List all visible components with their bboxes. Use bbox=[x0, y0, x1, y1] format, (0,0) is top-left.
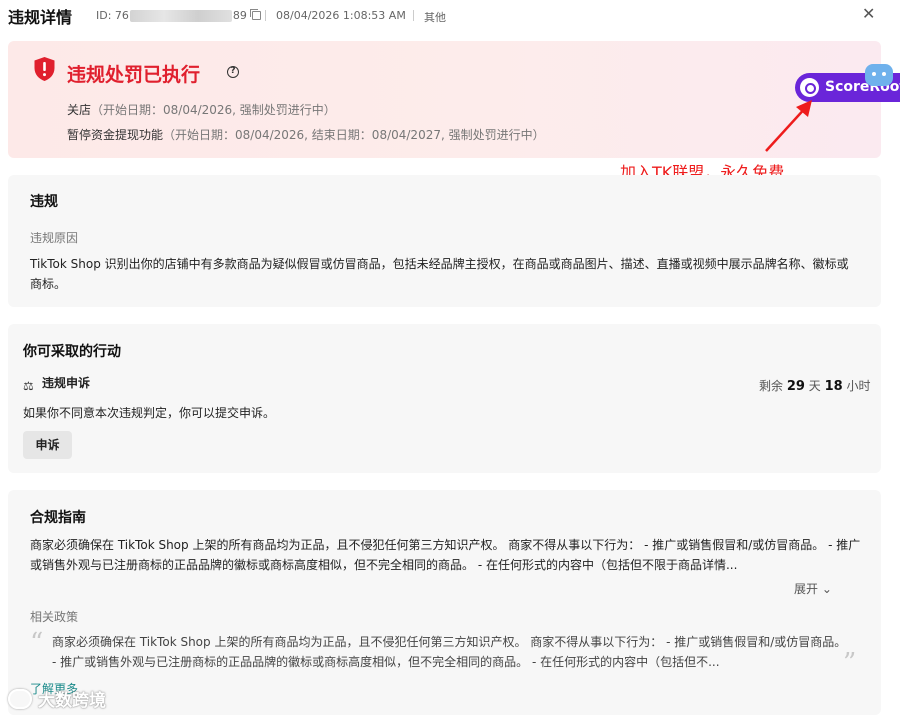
watermark-logo-icon bbox=[8, 688, 32, 709]
actions-card bbox=[8, 324, 881, 473]
hours-unit: 小时 bbox=[846, 379, 871, 393]
violation-id-prefix: ID: 76 bbox=[96, 9, 129, 22]
guide-title: 合规指南 bbox=[30, 510, 86, 526]
expand-label: 展开 bbox=[794, 582, 819, 596]
page-title: 违规详情 bbox=[8, 8, 73, 27]
remaining-hours: 18 bbox=[824, 379, 843, 394]
open-quote-icon: “ bbox=[30, 628, 44, 658]
penalty-detail: （开始日期：08/04/2026, 强制处罚进行中） bbox=[91, 103, 336, 117]
actions-title: 你可采取的行动 bbox=[23, 344, 121, 360]
appeal-description: 如果你不同意本次违规判定，你可以提交申诉。 bbox=[23, 406, 276, 420]
close-icon[interactable]: ✕ bbox=[862, 4, 875, 23]
penalty-shop-closure: 关店（开始日期：08/04/2026, 强制处罚进行中） bbox=[67, 101, 336, 118]
watermark: 大数跨境 bbox=[8, 686, 106, 711]
expand-toggle[interactable]: 展开 ⌄ bbox=[794, 580, 832, 597]
watermark-text: 大数跨境 bbox=[38, 691, 106, 711]
divider bbox=[265, 10, 266, 21]
violation-id-suffix: 89 bbox=[232, 9, 247, 22]
violation-datetime: 08/04/2026 1:08:53 AM bbox=[276, 9, 406, 22]
days-unit: 天 bbox=[808, 379, 821, 393]
annotation-arrow-icon bbox=[765, 100, 812, 152]
guide-text: 商家必须确保在 TikTok Shop 上架的所有商品均为正品，且不侵犯任何第三… bbox=[30, 538, 861, 572]
penalty-withdrawal-suspension: 暂停资金提现功能（开始日期：08/04/2026, 结束日期：08/04/202… bbox=[67, 126, 545, 143]
appeal-button[interactable]: 申诉 bbox=[23, 431, 72, 459]
appeal-icon: ⚖ bbox=[23, 379, 34, 393]
penalty-detail: （开始日期：08/04/2026, 结束日期：08/04/2027, 强制处罚进… bbox=[163, 128, 545, 142]
remaining-time: 剩余 29 天 18 小时 bbox=[759, 377, 871, 394]
header: 违规详情 ID: 76 89 08/04/2026 1:08:53 AM 其他 … bbox=[0, 0, 900, 30]
violation-id: ID: 76 89 bbox=[96, 9, 261, 22]
appeal-title: 违规申诉 bbox=[42, 376, 91, 390]
remaining-days: 29 bbox=[786, 379, 805, 394]
copy-icon[interactable] bbox=[249, 9, 261, 20]
help-icon[interactable]: ? bbox=[227, 66, 239, 78]
penalty-name: 暂停资金提现功能 bbox=[67, 128, 164, 142]
violation-title: 违规 bbox=[30, 194, 58, 210]
penalty-name: 关店 bbox=[67, 103, 92, 117]
other-label: 其他 bbox=[424, 11, 446, 24]
remaining-prefix: 剩余 bbox=[759, 379, 784, 393]
redacted-id-blur bbox=[129, 9, 232, 22]
shield-alert-icon bbox=[34, 57, 55, 81]
robot-assistant-icon[interactable] bbox=[865, 64, 893, 86]
close-quote-icon: ” bbox=[843, 648, 857, 678]
chevron-down-icon: ⌄ bbox=[821, 582, 832, 596]
violation-reason-label: 违规原因 bbox=[30, 231, 79, 245]
violation-reason-text: TikTok Shop 识别出你的店铺中有多款商品为疑似假冒或仿冒商品，包括未经… bbox=[30, 257, 849, 291]
divider bbox=[413, 10, 414, 21]
compliance-guide-card bbox=[8, 490, 881, 715]
alert-title: 违规处罚已执行 bbox=[67, 64, 201, 86]
related-policy-quote: 商家必须确保在 TikTok Shop 上架的所有商品均为正品，且不侵犯任何第三… bbox=[52, 635, 847, 669]
related-policy-label: 相关政策 bbox=[30, 610, 79, 624]
